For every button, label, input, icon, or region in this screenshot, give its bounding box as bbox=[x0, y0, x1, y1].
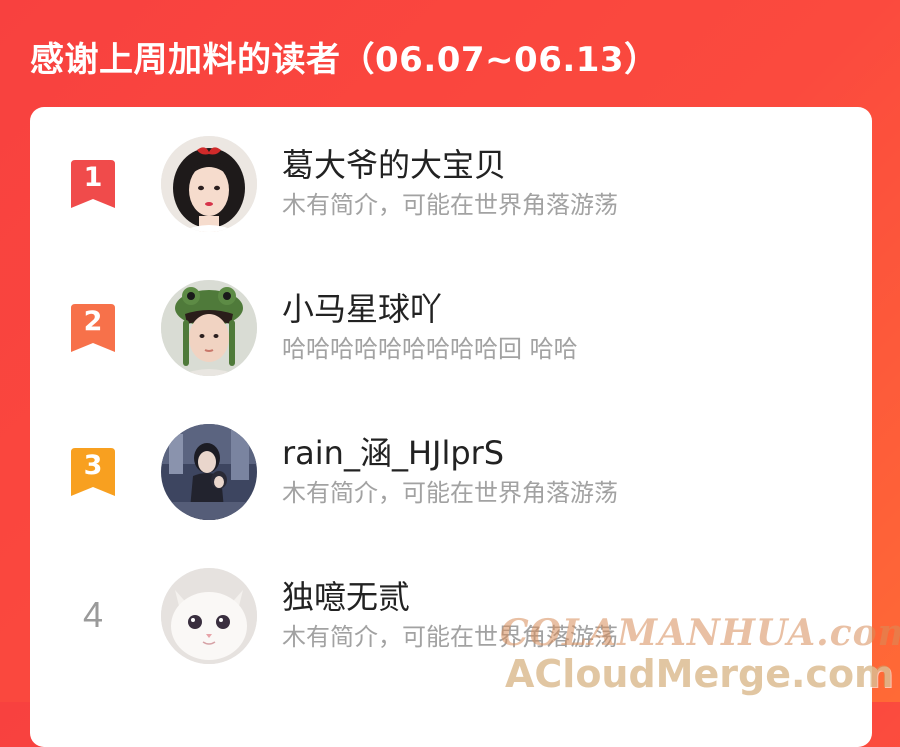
reader-bio: 哈哈哈哈哈哈哈哈哈回 哈哈 bbox=[282, 335, 578, 363]
reader-bio: 木有简介，可能在世界角落游荡 bbox=[282, 191, 618, 219]
reader-row-1[interactable]: 1 葛大爷的大宝贝 木有简介，可能在世界角落游荡 bbox=[30, 107, 872, 247]
reader-name[interactable]: 葛大爷的大宝贝 bbox=[282, 140, 506, 186]
rank-number: 3 bbox=[83, 450, 103, 481]
rank-number: 4 bbox=[82, 594, 104, 635]
rank-number: 2 bbox=[83, 306, 103, 337]
rank-ribbon-icon-gold: 1 bbox=[68, 160, 118, 210]
watermark-logo: COLAMANHUA.com bbox=[500, 612, 900, 654]
reader-bio: 木有简介，可能在世界角落游荡 bbox=[282, 479, 618, 507]
reader-row-2[interactable]: 2 小马星球吖 哈哈哈哈哈哈哈哈哈回 哈哈 bbox=[30, 251, 872, 391]
reader-name[interactable]: 独噫无贰 bbox=[282, 572, 410, 618]
rank-number: 1 bbox=[83, 162, 103, 193]
avatar[interactable] bbox=[161, 136, 257, 232]
avatar[interactable] bbox=[161, 568, 257, 664]
watermark-logo: ACloudMerge.com bbox=[505, 652, 894, 696]
reader-row-3[interactable]: 3 rain_涵_HJlprS 木有简介，可能在世界角落游荡 bbox=[30, 395, 872, 535]
reader-name[interactable]: rain_涵_HJlprS bbox=[282, 428, 504, 474]
reader-name[interactable]: 小马星球吖 bbox=[282, 284, 442, 330]
rank-ribbon-icon-silver: 2 bbox=[68, 304, 118, 354]
rank-ribbon-icon-bronze: 3 bbox=[68, 448, 118, 498]
avatar[interactable] bbox=[161, 424, 257, 520]
page-title: 感谢上周加料的读者（06.07~06.13） bbox=[30, 40, 659, 80]
avatar[interactable] bbox=[161, 280, 257, 376]
